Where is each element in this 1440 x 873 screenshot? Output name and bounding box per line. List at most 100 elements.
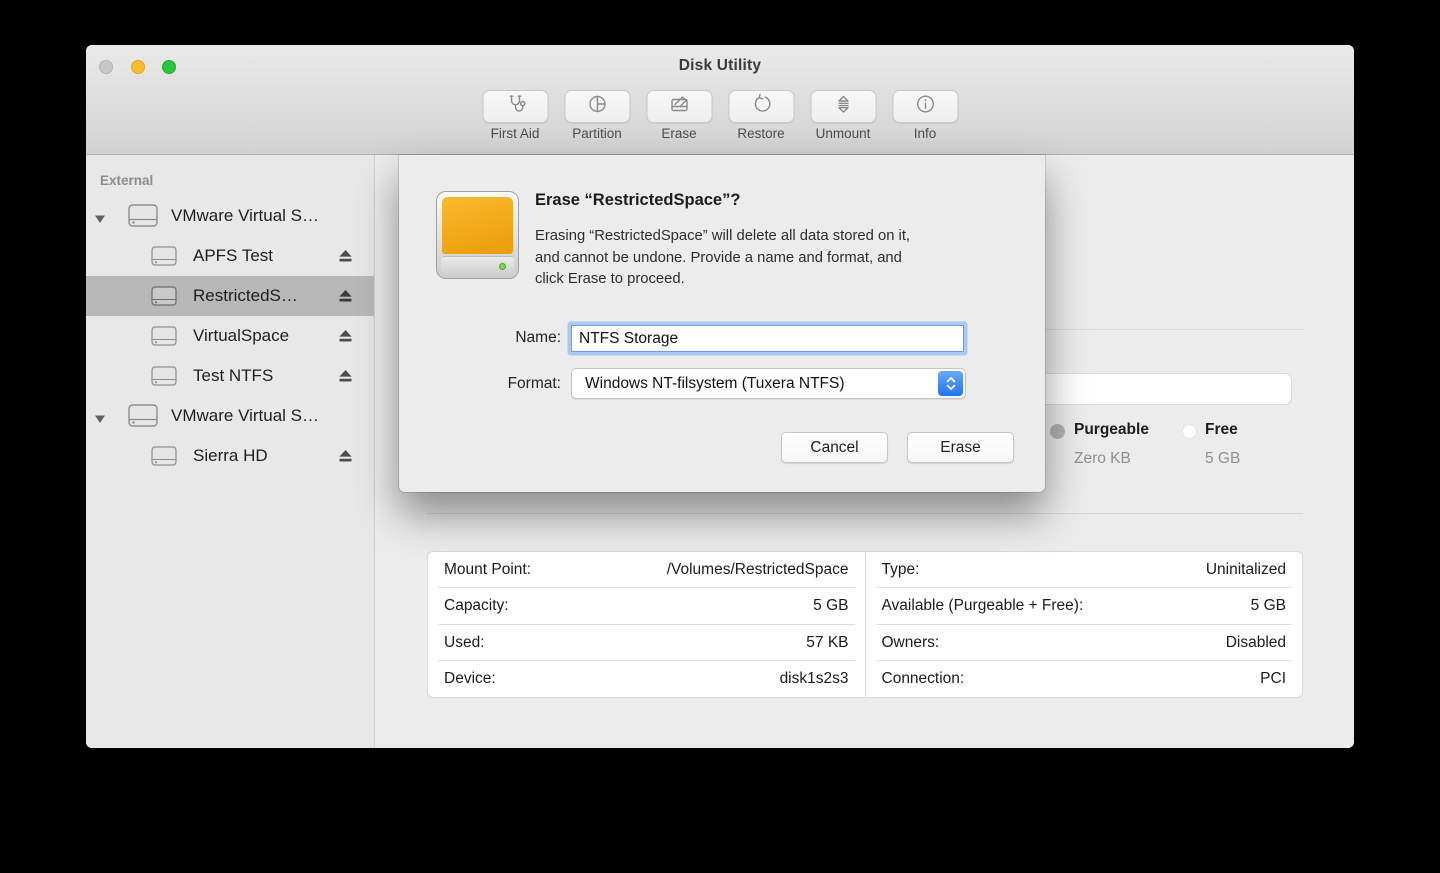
sidebar-item-test-ntfs[interactable]: Test NTFS xyxy=(86,356,374,396)
toolbar-label: Erase xyxy=(661,126,696,141)
table-row: Connection: PCI xyxy=(866,661,1303,697)
sidebar-item-label: Test NTFS xyxy=(193,356,273,396)
drive-icon xyxy=(128,204,158,232)
table-row: Used: 57 KB xyxy=(428,625,865,661)
titlebar-toolbar: Disk Utility First Aid xyxy=(86,45,1354,155)
toolbar-item-erase: Erase xyxy=(646,90,713,141)
sidebar-section-header: External xyxy=(100,173,153,188)
row-label: Owners: xyxy=(882,634,940,652)
format-dropdown[interactable]: Windows NT-filsystem (Tuxera NTFS) xyxy=(571,368,966,399)
name-input[interactable] xyxy=(571,325,964,352)
toolbar-item-info: Info xyxy=(892,90,959,141)
drive-led-icon xyxy=(499,263,506,270)
table-row: Available (Purgeable + Free): 5 GB xyxy=(866,588,1303,624)
info-table-left-column: Mount Point: /Volumes/RestrictedSpace Ca… xyxy=(428,552,866,697)
dialog-body-line: and cannot be undone. Provide a name and… xyxy=(535,248,910,270)
info-section-divider xyxy=(427,513,1303,514)
format-field-label: Format: xyxy=(429,375,561,393)
partition-button[interactable] xyxy=(564,90,630,123)
row-value: disk1s2s3 xyxy=(780,670,849,688)
row-value: 57 KB xyxy=(806,634,848,652)
disclosure-triangle-icon[interactable] xyxy=(94,211,106,221)
sidebar-item-restrictedspace[interactable]: RestrictedS… xyxy=(86,276,374,316)
format-selected-value: Windows NT-filsystem (Tuxera NTFS) xyxy=(585,369,845,398)
row-label: Capacity: xyxy=(444,597,509,615)
eject-icon[interactable] xyxy=(337,448,354,464)
table-row: Capacity: 5 GB xyxy=(428,588,865,624)
toolbar-label: Unmount xyxy=(816,126,871,141)
row-label: Connection: xyxy=(882,670,965,688)
first-aid-button[interactable] xyxy=(482,90,548,123)
restore-button[interactable] xyxy=(728,90,794,123)
info-button[interactable] xyxy=(892,90,958,123)
toolbar-item-restore: Restore xyxy=(728,90,795,141)
info-table-right-column: Type: Uninitalized Available (Purgeable … xyxy=(866,552,1303,697)
dialog-body-line: click Erase to proceed. xyxy=(535,269,910,291)
toolbar-item-unmount: Unmount xyxy=(810,90,877,141)
eject-icon[interactable] xyxy=(337,368,354,384)
sidebar-item-label: VMware Virtual S… xyxy=(171,396,319,436)
row-value: PCI xyxy=(1260,670,1286,688)
toolbar-label: Restore xyxy=(737,126,784,141)
eject-icon[interactable] xyxy=(337,288,354,304)
eject-icon[interactable] xyxy=(337,328,354,344)
dialog-body-line: Erasing “RestrictedSpace” will delete al… xyxy=(535,226,910,248)
table-row: Type: Uninitalized xyxy=(866,552,1303,588)
disclosure-triangle-icon[interactable] xyxy=(94,411,106,421)
row-value: Uninitalized xyxy=(1206,561,1286,579)
external-drive-icon xyxy=(436,191,519,279)
unmount-eject-icon xyxy=(832,93,854,120)
row-value: 5 GB xyxy=(1251,597,1286,615)
name-field-label: Name: xyxy=(429,329,561,347)
dialog-body: Erasing “RestrictedSpace” will delete al… xyxy=(535,226,910,291)
sidebar-item-label: RestrictedS… xyxy=(193,276,298,316)
free-swatch xyxy=(1182,424,1197,439)
drive-base xyxy=(441,256,514,274)
drive-icon xyxy=(151,326,177,351)
sidebar-item-label: APFS Test xyxy=(193,236,273,276)
dialog-title: Erase “RestrictedSpace”? xyxy=(535,191,740,210)
stethoscope-icon xyxy=(504,93,526,120)
row-value: Disabled xyxy=(1226,634,1286,652)
eject-icon[interactable] xyxy=(337,248,354,264)
unmount-button[interactable] xyxy=(810,90,876,123)
legend-value-free: 5 GB xyxy=(1205,450,1240,468)
cancel-button[interactable]: Cancel xyxy=(781,432,888,463)
drive-icon xyxy=(151,246,177,271)
row-label: Used: xyxy=(444,634,485,652)
disk-info-table: Mount Point: /Volumes/RestrictedSpace Ca… xyxy=(427,551,1303,698)
toolbar-item-partition: Partition xyxy=(564,90,631,141)
sidebar-item-vmware-virtual-1[interactable]: VMware Virtual S… xyxy=(86,196,374,236)
toolbar-label: First Aid xyxy=(491,126,540,141)
toolbar-item-first-aid: First Aid xyxy=(482,90,549,141)
drive-icon xyxy=(128,404,158,432)
sidebar-item-label: VMware Virtual S… xyxy=(171,196,319,236)
legend-value-purgeable: Zero KB xyxy=(1074,450,1131,468)
purgeable-swatch xyxy=(1050,424,1065,439)
row-value: 5 GB xyxy=(813,597,848,615)
row-label: Device: xyxy=(444,670,496,688)
sidebar-item-virtualspace[interactable]: VirtualSpace xyxy=(86,316,374,356)
toolbar-label: Partition xyxy=(572,126,622,141)
sidebar: External VMware Virtual S… APFS Test Re xyxy=(86,155,375,748)
table-row: Owners: Disabled xyxy=(866,625,1303,661)
erase-dialog: Erase “RestrictedSpace”? Erasing “Restri… xyxy=(399,155,1045,492)
legend-label-purgeable: Purgeable xyxy=(1074,421,1149,439)
sidebar-item-vmware-virtual-2[interactable]: VMware Virtual S… xyxy=(86,396,374,436)
restore-arrow-icon xyxy=(750,93,772,120)
table-row: Device: disk1s2s3 xyxy=(428,661,865,697)
erase-pencil-icon xyxy=(668,93,690,120)
toolbar-label: Info xyxy=(914,126,937,141)
sidebar-item-sierra-hd[interactable]: Sierra HD xyxy=(86,436,374,476)
window-title: Disk Utility xyxy=(86,57,1354,75)
disk-utility-window: Disk Utility First Aid xyxy=(86,45,1354,748)
drive-icon xyxy=(151,366,177,391)
sidebar-item-label: VirtualSpace xyxy=(193,316,289,356)
sidebar-item-apfs-test[interactable]: APFS Test xyxy=(86,236,374,276)
table-row: Mount Point: /Volumes/RestrictedSpace xyxy=(428,552,865,588)
erase-button[interactable]: Erase xyxy=(907,432,1014,463)
partition-pie-icon xyxy=(586,93,608,120)
erase-toolbar-button[interactable] xyxy=(646,90,712,123)
drive-icon xyxy=(151,446,177,471)
row-label: Mount Point: xyxy=(444,561,531,579)
